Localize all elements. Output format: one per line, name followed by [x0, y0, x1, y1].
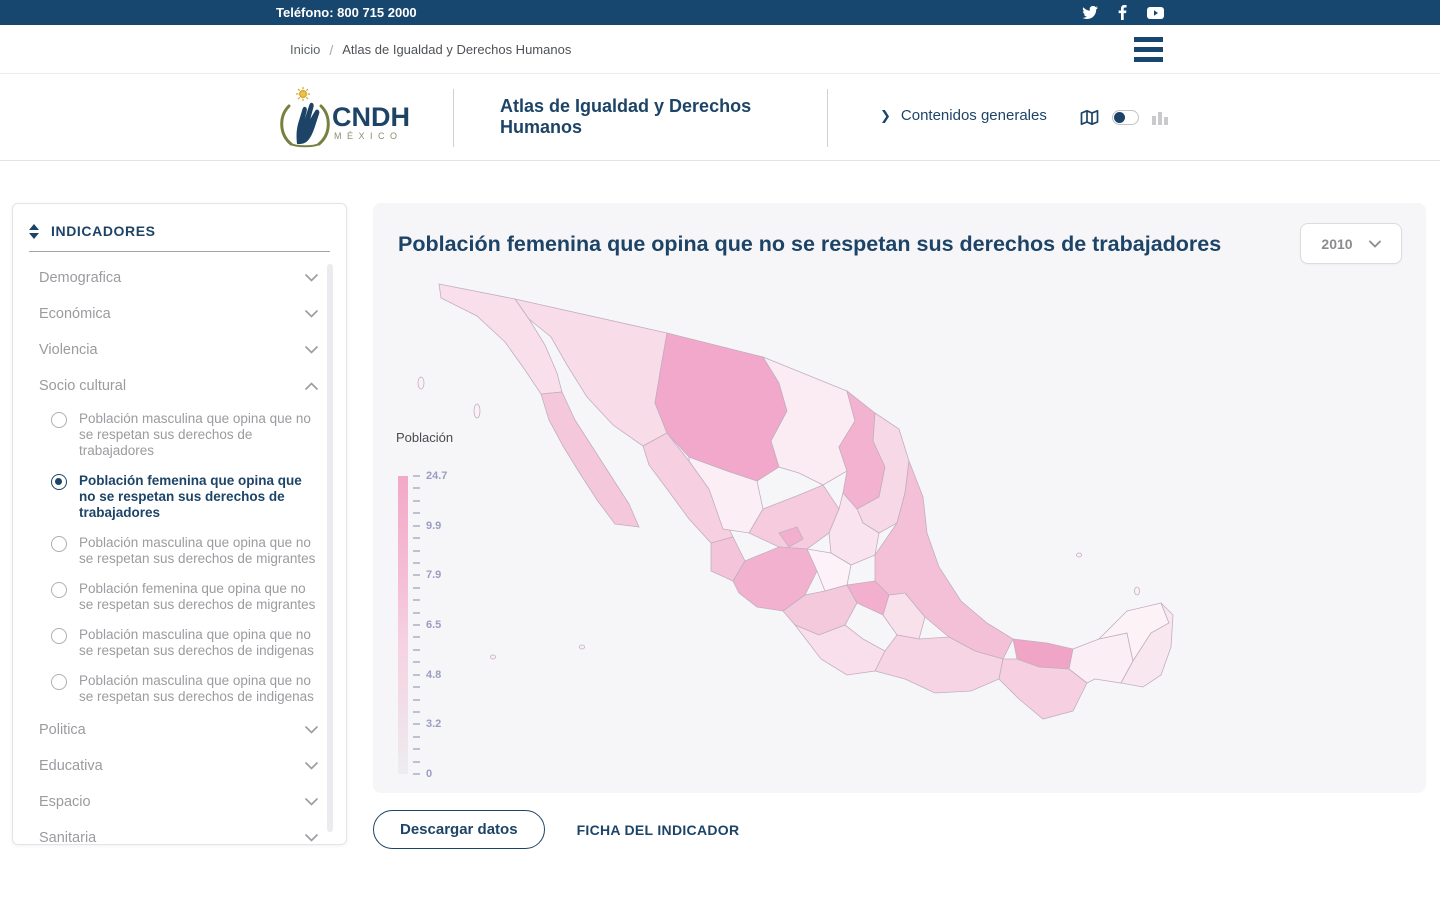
map-actions: Descargar datos FICHA DEL INDICADOR	[373, 810, 739, 849]
download-data-button[interactable]: Descargar datos	[373, 810, 545, 849]
header-divider-right	[827, 89, 828, 147]
chevron-up-icon	[305, 382, 318, 390]
chevron-down-icon	[305, 798, 318, 806]
indicator-radio-item[interactable]: Población masculina que opina que no se …	[13, 404, 346, 466]
sidebar-category-espacio[interactable]: Espacio	[13, 784, 346, 820]
sidebar-scrollbar[interactable]	[327, 264, 333, 832]
indicator-radio-item[interactable]: Población femenina que opina que no se r…	[13, 574, 346, 620]
site-header: CNDH MÉXICO Atlas de Igualdad y Derechos…	[0, 75, 1440, 161]
sidebar-category-politica[interactable]: Politica	[13, 712, 346, 748]
state-baja-california[interactable]	[439, 284, 562, 394]
indicator-radio-item[interactable]: Población masculina que opina que no se …	[13, 666, 346, 712]
twitter-icon[interactable]	[1081, 6, 1098, 20]
site-title: Atlas de Igualdad y Derechos Humanos	[500, 96, 760, 138]
island-marias-1	[491, 655, 496, 659]
breadcrumb-current: Atlas de Igualdad y Derechos Humanos	[342, 42, 571, 57]
chevron-down-icon	[305, 274, 318, 282]
sidebar-category-educativa[interactable]: Educativa	[13, 748, 346, 784]
state-campeche[interactable]	[1069, 633, 1133, 683]
logo-sun	[296, 87, 310, 101]
youtube-icon[interactable]	[1147, 6, 1164, 20]
sidebar-header: INDICADORES	[13, 204, 346, 251]
view-switcher	[1080, 109, 1168, 126]
radio-unselected-icon	[51, 582, 67, 598]
facebook-icon[interactable]	[1114, 6, 1131, 20]
map-panel: Población femenina que opina que no se r…	[373, 203, 1426, 793]
breadcrumb-bar: Inicio / Atlas de Igualdad y Derechos Hu…	[0, 25, 1440, 74]
contents-general-link[interactable]: ❯ Contenidos generales	[880, 107, 1047, 124]
logo-country: MÉXICO	[334, 131, 403, 141]
chevron-down-icon	[305, 834, 318, 842]
chevron-down-icon	[305, 726, 318, 734]
island-guadalupe	[418, 377, 424, 389]
indicators-sidebar: INDICADORES DemograficaEconómicaViolenci…	[12, 203, 347, 845]
chevron-down-icon	[305, 310, 318, 318]
radio-unselected-icon	[51, 412, 67, 428]
island-marias-2	[580, 645, 585, 649]
top-phone-bar: Teléfono: 800 715 2000	[0, 0, 1440, 25]
sidebar-scroll-area: DemograficaEconómicaViolenciaSocio cultu…	[13, 252, 346, 856]
category-list-top: DemograficaEconómicaViolenciaSocio cultu…	[13, 260, 346, 404]
chevron-down-icon	[305, 762, 318, 770]
year-value: 2010	[1321, 236, 1352, 252]
sort-icon[interactable]	[29, 224, 39, 239]
indicator-radio-item[interactable]: Población masculina que opina que no se …	[13, 528, 346, 574]
contents-general-label: Contenidos generales	[901, 107, 1047, 124]
radio-selected-icon	[51, 474, 67, 490]
sidebar-category-violencia[interactable]: Violencia	[13, 332, 346, 368]
map-states	[439, 284, 1173, 719]
phone-number: Teléfono: 800 715 2000	[276, 0, 417, 25]
sidebar-category-socio-cultural[interactable]: Socio cultural	[13, 368, 346, 404]
sidebar-category-sanitaria[interactable]: Sanitaria	[13, 820, 346, 856]
sidebar-category-económica[interactable]: Económica	[13, 296, 346, 332]
hamburger-menu-icon[interactable]	[1134, 37, 1163, 62]
island-cedros	[474, 404, 480, 418]
breadcrumb: Inicio / Atlas de Igualdad y Derechos Hu…	[290, 25, 571, 74]
sidebar-category-demografica[interactable]: Demografica	[13, 260, 346, 296]
logo-acronym: CNDH	[332, 102, 410, 132]
mexico-choropleth-map	[415, 275, 1175, 785]
logo-hand	[297, 103, 320, 144]
indicator-title: Población femenina que opina que no se r…	[398, 232, 1278, 257]
map-view-icon[interactable]	[1080, 109, 1099, 126]
breadcrumb-separator: /	[329, 42, 333, 58]
indicator-sheet-link[interactable]: FICHA DEL INDICADOR	[577, 822, 740, 838]
breadcrumb-home-link[interactable]: Inicio	[290, 42, 320, 57]
year-select[interactable]: 2010	[1300, 223, 1402, 264]
radio-unselected-icon	[51, 674, 67, 690]
indicator-radio-item[interactable]: Población masculina que opina que no se …	[13, 620, 346, 666]
indicator-list: Población masculina que opina que no se …	[13, 404, 346, 712]
header-divider-left	[453, 89, 454, 147]
toggle-knob	[1114, 112, 1125, 123]
indicator-radio-item[interactable]: Población femenina que opina que no se r…	[13, 466, 346, 528]
sidebar-title: INDICADORES	[51, 223, 156, 239]
chevron-down-icon	[1369, 240, 1381, 248]
chevron-right-icon: ❯	[880, 108, 891, 124]
social-links	[1081, 0, 1164, 25]
category-list-bottom: PoliticaEducativaEspacioSanitaria	[13, 712, 346, 856]
radio-unselected-icon	[51, 536, 67, 552]
island-cozumel	[1135, 587, 1140, 595]
cndh-logo[interactable]: CNDH MÉXICO	[276, 86, 416, 148]
radio-unselected-icon	[51, 628, 67, 644]
state-guerrero[interactable]	[795, 625, 885, 675]
chevron-down-icon	[305, 346, 318, 354]
chart-view-icon[interactable]	[1152, 110, 1168, 125]
island-mujeres	[1077, 553, 1082, 557]
map-chart-toggle[interactable]	[1112, 110, 1139, 125]
legend-gradient-bar	[398, 476, 408, 774]
